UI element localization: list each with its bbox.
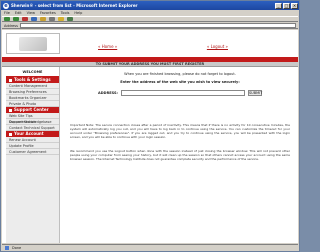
address-bar: Address (2, 23, 298, 29)
page-header: « Home » « Logout » (2, 30, 298, 57)
top-nav: « Home » « Logout » (98, 44, 228, 49)
address-label: ADDRESS: (98, 91, 118, 95)
logo (6, 33, 60, 54)
main-content: When you are finished browsing, please d… (64, 67, 296, 243)
forward-icon[interactable] (13, 17, 19, 21)
browser-toolbar (2, 16, 298, 22)
minimize-button[interactable]: _ (275, 2, 282, 9)
important-note: Important Note: The secure connection cl… (70, 123, 290, 139)
recommendation-note: We recommend you use the Logout button w… (70, 149, 290, 161)
internet-explorer-icon: e (3, 2, 9, 9)
welcome-label: WELCOME (6, 67, 59, 77)
address-bar-label: Address (4, 23, 18, 28)
search-icon[interactable] (49, 17, 55, 21)
address-form: ADDRESS: SUBMIT (64, 89, 296, 97)
refresh-icon[interactable] (31, 17, 37, 21)
home-icon[interactable] (40, 17, 46, 21)
url-input[interactable] (19, 23, 296, 28)
close-button[interactable]: × (291, 2, 298, 9)
web-page: « Home » « Logout » TO SUBMIT YOUR ADDRE… (2, 30, 298, 243)
favorites-icon[interactable] (58, 17, 64, 21)
address-input[interactable] (120, 90, 245, 96)
sidebar: WELCOME Tools & Settings Content Managem… (6, 67, 60, 243)
bullet-icon (9, 108, 12, 112)
stop-icon[interactable] (22, 17, 28, 21)
title-bar: e Sherwin® - select from list - Microsof… (1, 1, 299, 10)
instruction-text: Enter the address of the web site you wi… (120, 80, 240, 84)
back-icon[interactable] (4, 17, 10, 21)
bullet-icon (9, 78, 12, 82)
window-title: Sherwin® - select from list - Microsoft … (11, 3, 138, 8)
logout-link[interactable]: « Logout » (207, 44, 228, 49)
maximize-button[interactable]: □ (283, 2, 290, 9)
page-icon (5, 246, 9, 250)
logo-graphic (19, 37, 47, 51)
status-bar: Done (2, 244, 298, 251)
home-link[interactable]: « Home » (98, 44, 117, 49)
history-icon[interactable] (67, 17, 73, 21)
bullet-icon (9, 132, 12, 136)
intro-text: When you are finished browsing, please d… (124, 72, 236, 76)
sidebar-item-customer-agreement[interactable]: Customer Agreement (6, 149, 59, 155)
status-text: Done (12, 246, 22, 250)
submit-button[interactable]: SUBMIT (247, 90, 262, 96)
browser-window: e Sherwin® - select from list - Microsof… (0, 0, 300, 252)
